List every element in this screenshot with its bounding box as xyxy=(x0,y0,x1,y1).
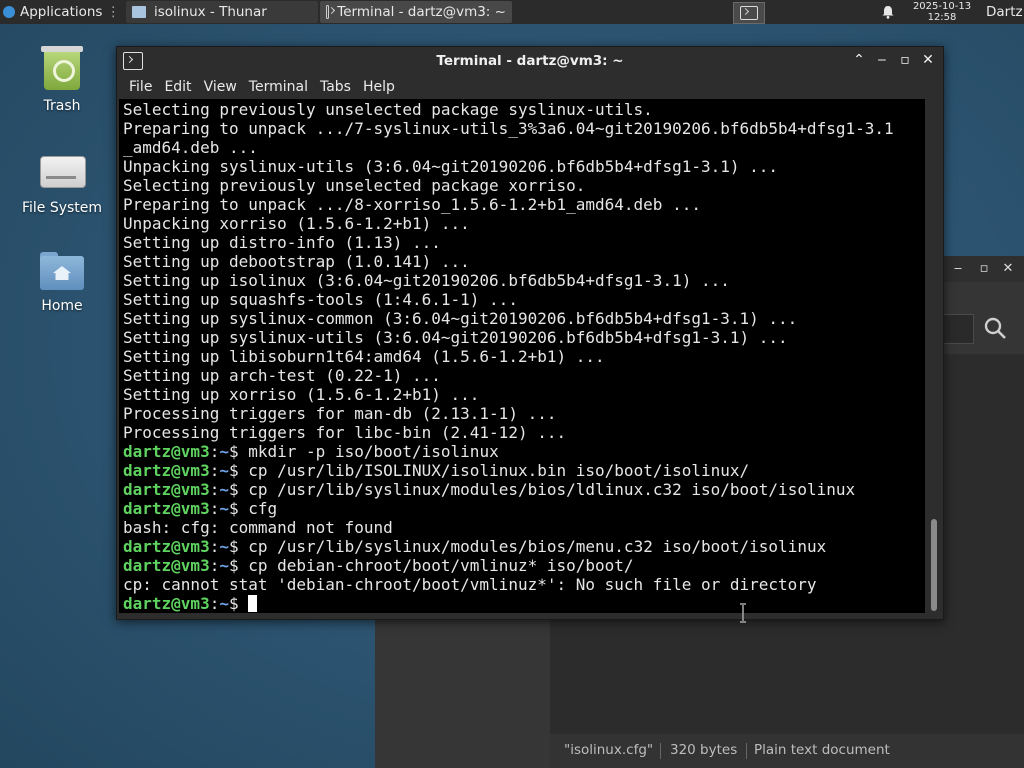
status-size: 320 bytes xyxy=(670,742,738,758)
status-filename: "isolinux.cfg" xyxy=(564,742,654,758)
taskbar-thunar-label: isolinux - Thunar xyxy=(153,4,267,20)
prompt-user: dartz@vm3 xyxy=(123,480,210,499)
output-line: Unpacking xorriso (1.5.6-1.2+b1) ... xyxy=(123,214,470,233)
clock-time: 12:58 xyxy=(927,12,957,23)
output-line: Setting up syslinux-utils (3:6.04~git201… xyxy=(123,328,788,347)
menu-file[interactable]: File xyxy=(129,79,152,95)
window-title: Terminal - dartz@vm3: ~ xyxy=(436,53,624,69)
output-line: Unpacking syslinux-utils (3:6.04~git2019… xyxy=(123,157,779,176)
terminal-menubar: File Edit View Terminal Tabs Help xyxy=(117,75,943,99)
notification-bell-icon[interactable] xyxy=(881,5,895,19)
command-text: cfg xyxy=(248,499,278,518)
output-line: Processing triggers for libc-bin (2.41-1… xyxy=(123,423,567,442)
command-text: cp /usr/lib/syslinux/modules/bios/menu.c… xyxy=(248,537,827,556)
prompt-path: ~ xyxy=(219,461,229,480)
thunar-titlebar[interactable]: ‒ ▫ ✕ xyxy=(943,256,1024,282)
output-line: _amd64.deb ... xyxy=(123,138,258,157)
output-line: Setting up xorriso (1.5.6-1.2+b1) ... xyxy=(123,385,480,404)
user-menu[interactable]: Dartz xyxy=(986,4,1023,20)
thunar-toolbar xyxy=(943,282,1024,354)
shade-icon[interactable]: ⌃ xyxy=(850,51,868,69)
workspace-switcher[interactable] xyxy=(733,2,765,24)
maximize-icon[interactable]: ▫ xyxy=(977,262,991,276)
output-line: Selecting previously unselected package … xyxy=(123,176,586,195)
maximize-icon[interactable]: ▫ xyxy=(896,51,914,69)
text-cursor-icon xyxy=(740,603,746,623)
thunar-statusbar: "isolinux.cfg" 320 bytes Plain text docu… xyxy=(550,734,1024,768)
status-type: Plain text document xyxy=(754,742,890,758)
output-line: Setting up syslinux-common (3:6.04~git20… xyxy=(123,309,798,328)
prompt-user: dartz@vm3 xyxy=(123,556,210,575)
output-line: Setting up debootstrap (1.0.141) ... xyxy=(123,252,470,271)
terminal-icon xyxy=(325,5,330,19)
folder-icon xyxy=(131,6,146,18)
terminal-cursor xyxy=(248,595,258,612)
prompt-path: ~ xyxy=(219,499,229,518)
prompt-path: ~ xyxy=(219,442,229,461)
prompt-user: dartz@vm3 xyxy=(123,594,210,613)
prompt-path: ~ xyxy=(219,480,229,499)
command-text: cp /usr/lib/ISOLINUX/isolinux.bin iso/bo… xyxy=(248,461,750,480)
command-output: bash: cfg: command not found xyxy=(123,518,393,537)
workspace-terminal-icon xyxy=(740,6,758,20)
output-line: Preparing to unpack .../8-xorriso_1.5.6-… xyxy=(123,195,701,214)
command-text: mkdir -p iso/boot/isolinux xyxy=(248,442,499,461)
applications-menu-button[interactable]: Applications ⋮ xyxy=(0,0,124,24)
home-folder-icon xyxy=(40,252,84,290)
prompt-user: dartz@vm3 xyxy=(123,499,210,518)
command-output: cp: cannot stat 'debian-chroot/boot/vmli… xyxy=(123,575,817,594)
scrollbar-thumb[interactable] xyxy=(931,519,937,611)
output-line: Selecting previously unselected package … xyxy=(123,100,653,119)
command-text: cp /usr/lib/syslinux/modules/bios/ldlinu… xyxy=(248,480,856,499)
taskbar-thunar[interactable]: isolinux - Thunar xyxy=(125,1,318,23)
output-line: Setting up isolinux (3:6.04~git20190206.… xyxy=(123,271,730,290)
menu-edit[interactable]: Edit xyxy=(164,79,191,95)
clock[interactable]: 2025-10-13 12:58 xyxy=(906,1,978,23)
terminal-screen[interactable]: Selecting previously unselected package … xyxy=(119,99,925,613)
menu-tabs[interactable]: Tabs xyxy=(320,79,351,95)
menu-view[interactable]: View xyxy=(204,79,237,95)
desktop-icon-home[interactable]: Home xyxy=(12,252,112,314)
menu-terminal[interactable]: Terminal xyxy=(249,79,308,95)
desktop-icon-label: Home xyxy=(41,298,83,314)
taskbar-terminal[interactable]: Terminal - dartz@vm3: ~ xyxy=(319,1,512,23)
desktop-icon-label: Trash xyxy=(43,98,81,114)
top-panel: Applications ⋮ isolinux - Thunar Termina… xyxy=(0,0,1024,24)
menu-help[interactable]: Help xyxy=(363,79,395,95)
command-text: cp debian-chroot/boot/vmlinuz* iso/boot/ xyxy=(248,556,634,575)
menu-separator-icon: ⋮ xyxy=(106,4,120,20)
output-line: Setting up distro-info (1.13) ... xyxy=(123,233,441,252)
taskbar-terminal-label: Terminal - dartz@vm3: ~ xyxy=(337,4,506,20)
drive-icon xyxy=(40,156,86,192)
terminal-window[interactable]: Terminal - dartz@vm3: ~ ⌃ ‒ ▫ ✕ File Edi… xyxy=(116,46,944,620)
thunar-location-field[interactable] xyxy=(943,314,974,344)
desktop-icon-trash[interactable]: Trash xyxy=(12,46,112,114)
output-line: Preparing to unpack .../7-syslinux-utils… xyxy=(123,119,894,138)
prompt-user: dartz@vm3 xyxy=(123,537,210,556)
output-line: Processing triggers for man-db (2.13.1-1… xyxy=(123,404,557,423)
minimize-icon[interactable]: ‒ xyxy=(873,51,891,69)
clock-date: 2025-10-13 xyxy=(912,1,972,12)
desktop-icon-label: File System xyxy=(21,200,103,216)
prompt-path: ~ xyxy=(219,594,229,613)
terminal-scrollbar[interactable] xyxy=(927,99,941,613)
prompt-user: dartz@vm3 xyxy=(123,442,210,461)
prompt-path: ~ xyxy=(219,556,229,575)
close-icon[interactable]: ✕ xyxy=(1001,262,1015,276)
output-line: Setting up libisoburn1t64:amd64 (1.5.6-1… xyxy=(123,347,605,366)
desktop-icon-filesystem[interactable]: File System xyxy=(12,150,112,216)
output-line: Setting up squashfs-tools (1:4.6.1-1) ..… xyxy=(123,290,518,309)
output-line: Setting up arch-test (0.22-1) ... xyxy=(123,366,441,385)
minimize-icon[interactable]: ‒ xyxy=(951,262,965,276)
xfce-logo-icon xyxy=(2,5,16,19)
terminal-output: Selecting previously unselected package … xyxy=(123,100,894,613)
prompt-path: ~ xyxy=(219,537,229,556)
prompt-user: dartz@vm3 xyxy=(123,461,210,480)
trash-icon xyxy=(41,46,83,90)
close-icon[interactable]: ✕ xyxy=(919,51,937,69)
terminal-titlebar[interactable]: Terminal - dartz@vm3: ~ ⌃ ‒ ▫ ✕ xyxy=(117,47,943,75)
applications-label: Applications xyxy=(20,4,103,20)
search-icon[interactable] xyxy=(983,316,1007,340)
